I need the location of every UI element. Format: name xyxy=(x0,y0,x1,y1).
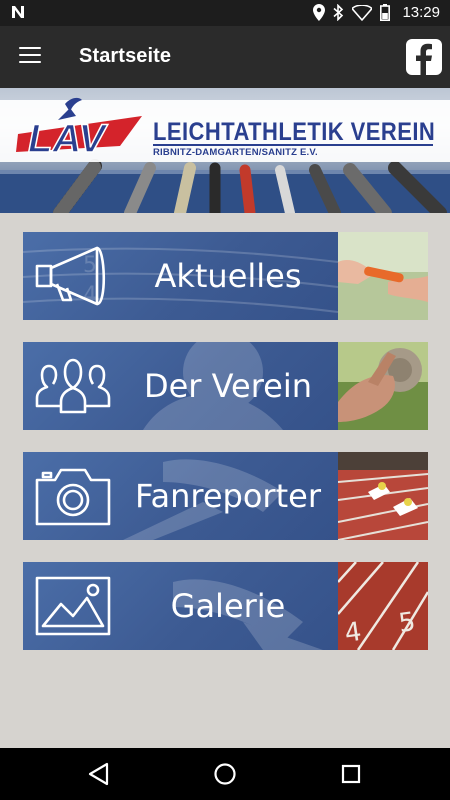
tile-label: Aktuelles xyxy=(154,257,302,295)
tile-label: Fanreporter xyxy=(135,477,321,515)
tile-fanreporter[interactable]: Fanreporter xyxy=(23,452,428,540)
tile-der-verein[interactable]: Der Verein xyxy=(23,342,428,430)
camera-icon xyxy=(35,468,111,526)
image-icon xyxy=(35,576,111,636)
bluetooth-icon xyxy=(333,4,344,21)
club-subtitle: RIBNITZ-DAMGARTEN/SANITZ E.V. xyxy=(153,147,318,158)
recents-icon[interactable] xyxy=(341,764,361,784)
running-track-photo: 4 5 xyxy=(338,562,428,650)
hamburger-menu-icon[interactable] xyxy=(19,47,41,65)
clock: 13:29 xyxy=(402,4,440,21)
system-nav-bar xyxy=(0,748,450,800)
tile-label: Der Verein xyxy=(143,367,313,405)
wifi-icon xyxy=(352,4,373,21)
tile-galerie[interactable]: Galerie 4 5 xyxy=(23,562,428,650)
app-bar: Startseite xyxy=(0,26,450,88)
tile-label: Galerie xyxy=(170,587,286,625)
people-icon xyxy=(35,358,111,414)
svg-text:LAV: LAV xyxy=(28,117,108,161)
back-icon[interactable] xyxy=(88,762,110,786)
n-logo-icon xyxy=(12,6,24,18)
status-bar: 13:29 xyxy=(0,0,450,26)
divider xyxy=(153,144,433,146)
facebook-icon[interactable] xyxy=(406,39,442,75)
header-banner: LAV LEICHTATHLETIK VEREIN RIBNITZ-DAMGAR… xyxy=(0,88,450,213)
shot-put-photo xyxy=(338,342,428,430)
relay-handoff-photo xyxy=(338,232,428,320)
home-icon[interactable] xyxy=(213,762,237,786)
megaphone-icon xyxy=(35,246,106,306)
tile-aktuelles[interactable]: 5 4 Aktuelles xyxy=(23,232,428,320)
location-icon xyxy=(313,4,326,21)
lav-logo: LAV xyxy=(16,97,142,162)
page-title: Startseite xyxy=(79,45,172,67)
club-name: LEICHTATHLETIK VEREIN xyxy=(153,118,436,146)
battery-icon xyxy=(380,4,391,21)
starting-blocks-photo xyxy=(338,452,428,540)
